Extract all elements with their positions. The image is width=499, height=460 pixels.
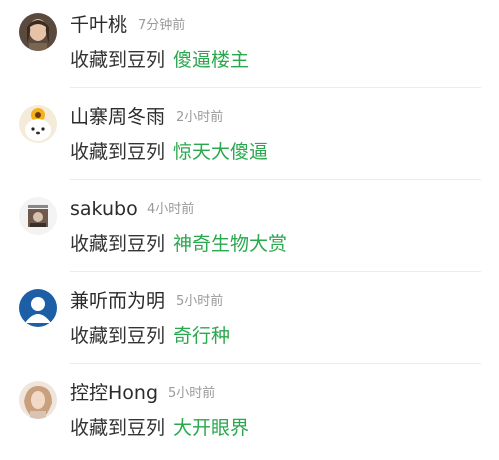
action-text: 收藏到豆列 <box>70 325 166 347</box>
timestamp: 2小时前 <box>176 110 224 125</box>
dog-sunflower-icon <box>19 105 57 143</box>
doulist-link[interactable]: 惊天大傻逼 <box>173 141 268 163</box>
timestamp: 4小时前 <box>147 202 195 217</box>
divider <box>70 363 481 364</box>
action-text: 收藏到豆列 <box>70 49 166 71</box>
action-line: 收藏到豆列 惊天大傻逼 <box>70 139 268 165</box>
avatar[interactable] <box>19 13 57 51</box>
action-line: 收藏到豆列 神奇生物大赏 <box>70 231 287 257</box>
feed-item: 控控Hong 5小时前 收藏到豆列 大开眼界 <box>0 368 499 460</box>
avatar[interactable] <box>19 289 57 327</box>
avatar[interactable] <box>19 381 57 419</box>
action-line: 收藏到豆列 奇行种 <box>70 323 230 349</box>
user-name[interactable]: 兼听而为明 <box>70 289 165 313</box>
feed-item: 千叶桃 7分钟前 收藏到豆列 傻逼楼主 <box>0 0 499 92</box>
doulist-link[interactable]: 奇行种 <box>173 325 230 347</box>
activity-feed: 千叶桃 7分钟前 收藏到豆列 傻逼楼主 山寨周冬雨 2小时前 收藏到豆列 惊天大傻逼 <box>0 0 499 454</box>
timestamp: 5小时前 <box>168 386 216 401</box>
divider <box>70 271 481 272</box>
feed-item: 山寨周冬雨 2小时前 收藏到豆列 惊天大傻逼 <box>0 92 499 184</box>
user-name[interactable]: 山寨周冬雨 <box>70 105 165 129</box>
user-name[interactable]: 千叶桃 <box>70 13 127 37</box>
timestamp: 7分钟前 <box>138 18 186 33</box>
user-name[interactable]: 控控Hong <box>70 381 158 405</box>
doulist-link[interactable]: 神奇生物大赏 <box>173 233 287 255</box>
action-text: 收藏到豆列 <box>70 233 166 255</box>
doulist-link[interactable]: 大开眼界 <box>173 417 249 439</box>
timestamp: 5小时前 <box>176 294 224 309</box>
default-user-icon <box>19 289 57 327</box>
doulist-link[interactable]: 傻逼楼主 <box>173 49 249 71</box>
divider <box>70 87 481 88</box>
avatar[interactable] <box>19 105 57 143</box>
user-photo-icon <box>19 381 57 419</box>
action-line: 收藏到豆列 傻逼楼主 <box>70 47 249 73</box>
user-name[interactable]: sakubo <box>70 197 138 221</box>
divider <box>70 179 481 180</box>
feed-item: 兼听而为明 5小时前 收藏到豆列 奇行种 <box>0 276 499 368</box>
action-text: 收藏到豆列 <box>70 417 166 439</box>
user-photo-icon <box>19 197 57 235</box>
action-line: 收藏到豆列 大开眼界 <box>70 415 249 441</box>
avatar[interactable] <box>19 197 57 235</box>
action-text: 收藏到豆列 <box>70 141 166 163</box>
user-photo-icon <box>19 13 57 51</box>
feed-item: sakubo 4小时前 收藏到豆列 神奇生物大赏 <box>0 184 499 276</box>
